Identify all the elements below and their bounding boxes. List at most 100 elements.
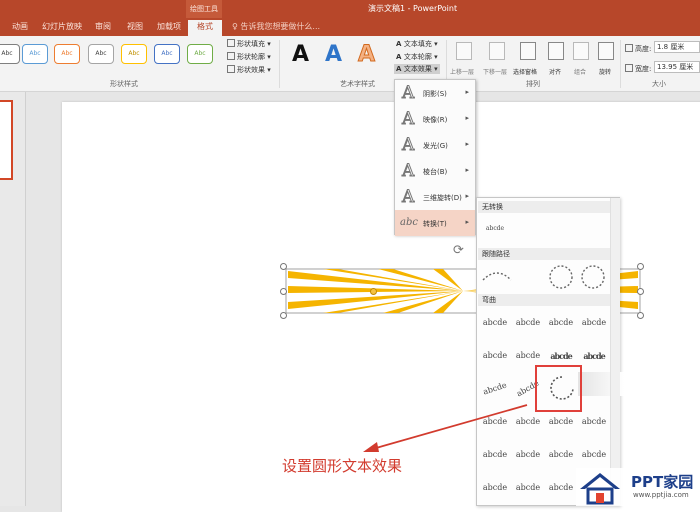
menu-item-shadow[interactable]: A 阴影(S) ▸ bbox=[395, 80, 475, 106]
paint-bucket-icon bbox=[227, 39, 235, 47]
warp-option[interactable]: abcde bbox=[578, 442, 610, 468]
text-effects-icon: A bbox=[396, 65, 404, 73]
submenu-arrow-icon: ▸ bbox=[465, 88, 469, 96]
follow-path-options[interactable] bbox=[479, 262, 609, 292]
submenu-arrow-icon: ▸ bbox=[465, 166, 469, 174]
gallery-header-warp: 弯曲 bbox=[478, 294, 610, 306]
selection-handle[interactable] bbox=[280, 288, 287, 295]
shape-style-thumb[interactable]: Abc bbox=[0, 44, 20, 64]
warp-option[interactable]: abcde bbox=[545, 442, 577, 468]
send-backward-label: 下移一层 bbox=[483, 69, 508, 76]
tell-me-search[interactable]: ♀ 告诉我您想要做什么... bbox=[232, 21, 320, 32]
width-label: 宽度: bbox=[625, 64, 651, 74]
slide-thumbnail-pane bbox=[0, 92, 26, 506]
tab-format[interactable]: 格式 bbox=[188, 20, 222, 36]
tab-slideshow[interactable]: 幻灯片放映 bbox=[38, 20, 86, 36]
warp-option[interactable]: abcde bbox=[578, 343, 610, 369]
shape-style-thumb[interactable]: Abc bbox=[22, 44, 48, 64]
text-effects-menu: A 阴影(S) ▸ A 映像(R) ▸ A 发光(G) ▸ A 棱台(B) ▸ A 三维旋转(D)… bbox=[394, 79, 476, 236]
send-backward-icon[interactable] bbox=[489, 42, 505, 60]
menu-item-bevel[interactable]: A 棱台(B) ▸ bbox=[395, 158, 475, 184]
context-tab-group-label: 绘图工具 bbox=[186, 0, 222, 18]
selection-handle[interactable] bbox=[280, 263, 287, 270]
tab-animations[interactable]: 动画 bbox=[4, 20, 36, 36]
text-fill-button[interactable]: A 文本填充 ▾ bbox=[396, 39, 438, 49]
rotate-label: 旋转 bbox=[599, 69, 612, 76]
selection-handle[interactable] bbox=[637, 312, 644, 319]
group-label: 组合 bbox=[574, 69, 587, 76]
shape-effects-icon bbox=[227, 65, 235, 73]
bevel-icon: A bbox=[401, 161, 415, 182]
submenu-arrow-icon: ▸ bbox=[465, 140, 469, 148]
group-icon[interactable] bbox=[573, 42, 589, 60]
warp-option[interactable]: abcde bbox=[479, 343, 511, 369]
document-title: 演示文稿1 - PowerPoint bbox=[368, 4, 458, 13]
wordart-style-orange[interactable]: A bbox=[357, 42, 375, 68]
warp-option[interactable]: abcde bbox=[578, 409, 610, 435]
align-icon[interactable] bbox=[548, 42, 564, 60]
shape-effects-button[interactable]: 形状效果 ▾ bbox=[227, 65, 271, 75]
width-icon bbox=[625, 64, 633, 72]
text-fill-icon: A bbox=[396, 40, 404, 48]
warp-option[interactable]: abcde bbox=[479, 310, 511, 336]
height-input[interactable]: 1.8 厘米 bbox=[654, 41, 700, 53]
gallery-scrollbar[interactable] bbox=[610, 198, 620, 505]
shape-style-thumb[interactable]: Abc bbox=[187, 44, 213, 64]
tab-review[interactable]: 审阅 bbox=[88, 20, 118, 36]
group-separator bbox=[620, 40, 621, 88]
shape-style-thumb[interactable]: Abc bbox=[154, 44, 180, 64]
highlight-box bbox=[535, 365, 582, 412]
rotate-icon[interactable] bbox=[598, 42, 614, 60]
selection-handle[interactable] bbox=[637, 263, 644, 270]
bring-forward-label: 上移一层 bbox=[450, 69, 475, 76]
submenu-arrow-icon: ▸ bbox=[465, 218, 469, 226]
align-label: 对齐 bbox=[549, 69, 562, 76]
tab-view[interactable]: 视图 bbox=[120, 20, 150, 36]
warp-option[interactable]: abcde bbox=[545, 310, 577, 336]
height-label: 高度: bbox=[625, 44, 651, 54]
group-label-size: 大小 bbox=[652, 80, 666, 88]
adjust-handle[interactable] bbox=[370, 288, 377, 295]
warp-option[interactable]: abcde bbox=[479, 475, 511, 501]
warp-option[interactable]: abcde bbox=[578, 310, 610, 336]
warp-option[interactable]: abcde bbox=[545, 475, 577, 501]
ribbon: Abc Abc Abc Abc Abc Abc Abc 形状填充 ▾ 形状轮廓 … bbox=[0, 36, 700, 92]
pen-icon bbox=[227, 52, 235, 60]
gallery-header-follow-path: 跟随路径 bbox=[478, 248, 610, 260]
shape-style-thumb[interactable]: Abc bbox=[121, 44, 147, 64]
selection-handle[interactable] bbox=[637, 288, 644, 295]
watermark-brand: PPT家园 bbox=[631, 473, 694, 491]
shape-fill-button[interactable]: 形状填充 ▾ bbox=[227, 39, 271, 49]
gallery-header-no-transform: 无转换 bbox=[478, 201, 610, 213]
selection-pane-label: 选择窗格 bbox=[513, 69, 538, 76]
menu-item-transform[interactable]: abc 转换(T) ▸ bbox=[395, 210, 475, 236]
wordart-style-blue[interactable]: A bbox=[325, 42, 342, 67]
text-outline-button[interactable]: A 文本轮廓 ▾ bbox=[396, 52, 438, 62]
transform-icon: abc bbox=[400, 217, 418, 228]
annotation-caption: 设置圆形文本效果 bbox=[282, 457, 403, 475]
menu-item-reflection[interactable]: A 映像(R) ▸ bbox=[395, 106, 475, 132]
house-logo-icon bbox=[580, 473, 620, 505]
selection-pane-icon[interactable] bbox=[520, 42, 536, 60]
shape-style-thumb[interactable]: Abc bbox=[54, 44, 80, 64]
rotate-handle-icon[interactable]: ⟳ bbox=[453, 243, 464, 258]
warp-option[interactable]: abcde bbox=[512, 475, 544, 501]
tab-addins[interactable]: 加载项 bbox=[152, 20, 186, 36]
shape-style-thumb[interactable]: Abc bbox=[88, 44, 114, 64]
menu-item-3d-rotation[interactable]: A 三维旋转(D) ▸ bbox=[395, 184, 475, 210]
selection-handle[interactable] bbox=[280, 312, 287, 319]
slide-thumbnail[interactable] bbox=[0, 100, 13, 180]
bring-forward-icon[interactable] bbox=[456, 42, 472, 60]
shape-outline-button[interactable]: 形状轮廓 ▾ bbox=[227, 52, 271, 62]
warp-option[interactable]: abcde bbox=[545, 409, 577, 435]
warp-option[interactable]: abcde bbox=[512, 310, 544, 336]
wordart-style-black[interactable]: A bbox=[292, 42, 309, 67]
menu-item-glow[interactable]: A 发光(G) ▸ bbox=[395, 132, 475, 158]
tell-me-text: 告诉我您想要做什么... bbox=[240, 22, 321, 31]
watermark-url: www.pptjia.com bbox=[633, 491, 689, 499]
group-label-arrange: 排列 bbox=[526, 80, 540, 88]
text-outline-icon: A bbox=[396, 53, 404, 61]
text-effects-button[interactable]: A 文本效果 ▾ bbox=[394, 64, 440, 74]
transform-none-option[interactable]: abcde bbox=[479, 216, 511, 242]
width-input[interactable]: 13.95 厘米 bbox=[654, 61, 700, 73]
